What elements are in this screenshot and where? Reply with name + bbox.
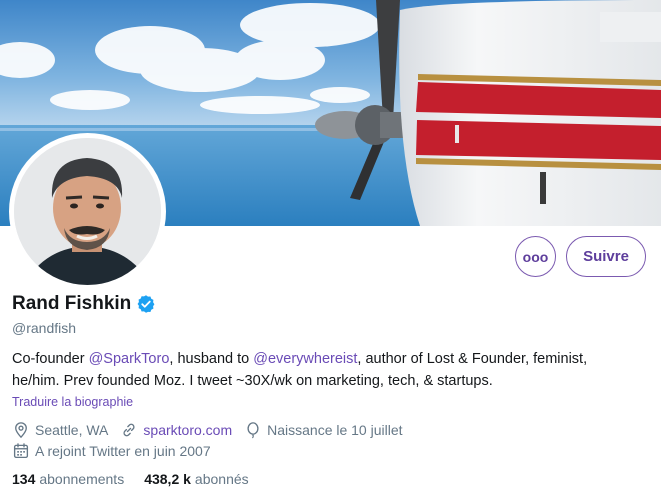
location-item: Seattle, WA <box>12 421 108 439</box>
more-dots-icon: ooo <box>522 248 549 265</box>
link-icon <box>123 423 135 437</box>
follow-button-label: Suivre <box>583 248 629 265</box>
bio-text: Co-founder <box>12 351 89 367</box>
mention-link-sparktoro[interactable]: @SparkToro <box>89 351 170 367</box>
avatar[interactable] <box>9 133 166 290</box>
joined-item: A rejoint Twitter en juin 2007 <box>12 442 211 460</box>
profile-meta-row-joined: A rejoint Twitter en juin 2007 <box>12 442 223 460</box>
birthday-text: Naissance le 10 juillet <box>267 422 403 438</box>
following-count: 134 <box>12 471 36 487</box>
birthday-item: Naissance le 10 juillet <box>244 421 403 439</box>
follow-stats: 134 abonnements 438,2 k abonnés <box>12 471 269 487</box>
following-label: abonnements <box>39 471 125 487</box>
bio-text: , author of Lost & Founder, feminist, <box>357 351 588 367</box>
follow-button[interactable]: Suivre <box>566 236 646 277</box>
mention-link-everywhereist[interactable]: @everywhereist <box>253 351 357 367</box>
joined-text: A rejoint Twitter en juin 2007 <box>35 443 211 459</box>
followers-count: 438,2 k <box>144 471 191 487</box>
following-link[interactable]: 134 abonnements <box>12 471 124 487</box>
translate-bio-link[interactable]: Traduire la biographie <box>12 395 133 409</box>
bio-text: , husband to <box>169 351 254 367</box>
profile-meta-row: Seattle, WA sparktoro.com Naissance le 1… <box>12 421 415 439</box>
location-pin-icon <box>15 422 27 439</box>
profile-name: Rand Fishkin <box>12 293 132 314</box>
bio-text: he/him. Prev founded Moz. I tweet ~30X/w… <box>12 373 493 389</box>
verified-badge-icon <box>136 294 156 314</box>
followers-label: abonnés <box>194 471 249 487</box>
website-item[interactable]: sparktoro.com <box>120 421 232 439</box>
profile-bio: Co-founder @SparkToro, husband to @every… <box>12 348 652 392</box>
balloon-icon <box>247 422 259 439</box>
more-options-button[interactable]: ooo <box>515 236 556 277</box>
profile-name-row: Rand Fishkin <box>12 293 156 315</box>
calendar-icon <box>13 443 29 459</box>
location-text: Seattle, WA <box>35 422 109 438</box>
profile-handle: @randfish <box>12 320 77 336</box>
followers-link[interactable]: 438,2 k abonnés <box>144 471 248 487</box>
website-link[interactable]: sparktoro.com <box>143 422 232 438</box>
